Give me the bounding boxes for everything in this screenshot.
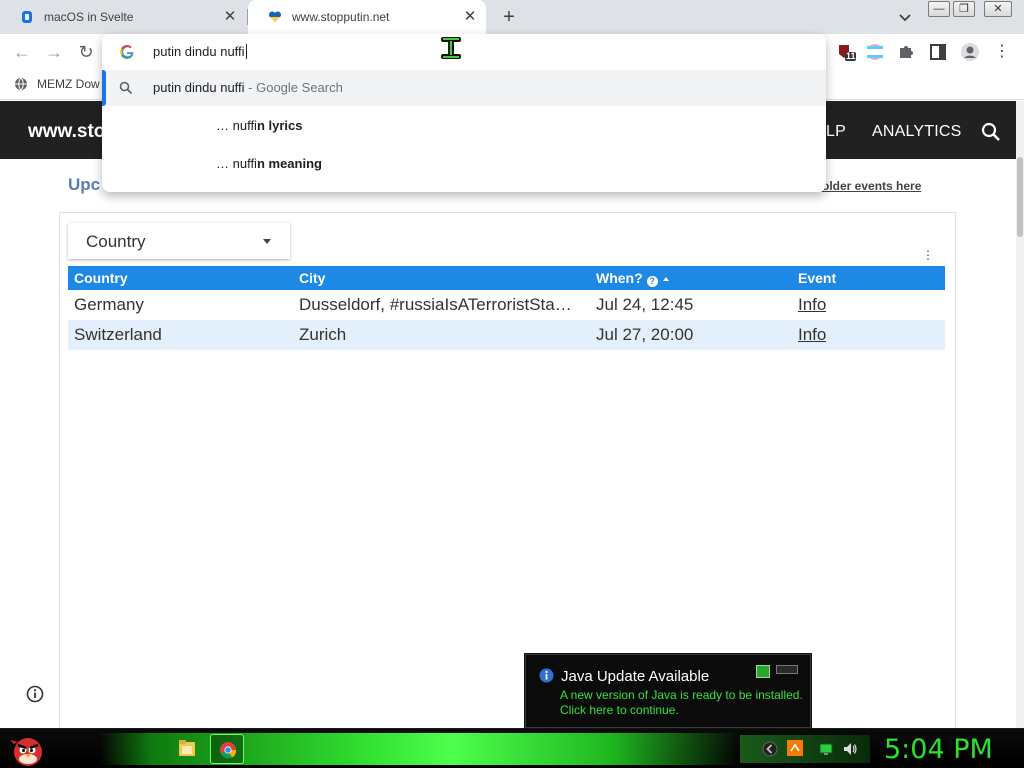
suggestion-google-search[interactable]: putin dindu nuffi - Google Search — [102, 70, 826, 106]
bookmark-memz[interactable]: MEMZ Dow — [14, 77, 100, 91]
extension-badge: 11 — [846, 51, 856, 61]
site-title[interactable]: www.sto — [28, 121, 105, 143]
reload-icon[interactable]: ↻ — [76, 42, 96, 62]
column-header-when[interactable]: When?? — [596, 270, 669, 287]
site-search-icon[interactable] — [980, 121, 1002, 143]
close-window-icon[interactable]: ✕ — [984, 1, 1012, 17]
tab-macos-in-svelte[interactable]: macOS in Svelte ✕ — [0, 0, 246, 34]
table-header: Country City When?? Event — [68, 266, 945, 290]
suggestion-prefix: … nuffi — [216, 118, 257, 133]
java-popup-title: Java Update Available — [561, 668, 710, 685]
column-header-country[interactable]: Country — [74, 270, 128, 286]
java-popup-line1: A new version of Java is ready to be ins… — [560, 688, 803, 702]
cell-event-info-link[interactable]: Info — [798, 325, 826, 345]
cell-city: Dusseldorf, #russiaIsATerroristSta… — [299, 295, 572, 314]
tray-volume-icon[interactable] — [842, 741, 858, 757]
table-row: Switzerland Zurich Jul 27, 20:00 Info — [68, 320, 945, 350]
back-arrow-icon[interactable]: ← — [12, 42, 32, 62]
cell-when: Jul 24, 12:45 — [596, 295, 694, 314]
table-menu-icon[interactable]: ⋮ — [922, 248, 934, 262]
tab-strip: macOS in Svelte ✕ www.stopputin.net ✕ + … — [0, 0, 1024, 34]
sort-ascending-icon[interactable] — [662, 277, 669, 281]
omnibox-typed-text: putin dindu nuffi — [153, 44, 245, 59]
nav-link-analytics[interactable]: ANALYTICS — [872, 123, 962, 141]
java-update-notification[interactable]: Java Update Available A new version of J… — [525, 654, 811, 728]
column-header-event[interactable]: Event — [798, 270, 836, 286]
column-header-when-label: When? — [596, 270, 643, 286]
search-icon — [119, 81, 133, 95]
extension-shield-icon[interactable]: 11 — [836, 42, 856, 62]
page-scrollbar[interactable] — [1016, 101, 1024, 729]
close-tab-icon[interactable]: ✕ — [222, 9, 238, 25]
omnibox-dropdown: putin dindu nuffi putin dindu nuffi - Go… — [102, 34, 826, 192]
suggestion-completion: n meaning — [256, 156, 322, 171]
cell-when: Jul 27, 20:00 — [596, 325, 694, 344]
start-button-angry-bird-icon[interactable] — [8, 730, 48, 768]
selection-indicator — [102, 70, 106, 106]
country-filter-dropdown[interactable]: Country — [68, 223, 290, 259]
chrome-menu-icon[interactable]: ⋮ — [992, 42, 1012, 62]
globe-icon — [15, 77, 27, 91]
taskbar: 5:04 PM — [0, 728, 1024, 768]
java-popup-close-button[interactable] — [776, 665, 798, 674]
dropdown-arrow-icon — [263, 239, 271, 244]
tray-java-icon[interactable] — [786, 739, 804, 757]
suggestion-text: putin dindu nuffi — [153, 80, 245, 95]
cell-city: Zurich — [299, 325, 347, 344]
info-icon — [539, 668, 554, 683]
scrollbar-thumb[interactable] — [1017, 157, 1023, 237]
cell-country: Germany — [74, 295, 144, 314]
text-cursor-icon — [441, 37, 461, 59]
minimize-window-icon[interactable]: — — [928, 1, 950, 17]
cell-country: Switzerland — [74, 325, 162, 344]
text-caret — [245, 44, 247, 59]
java-popup-line2: Click here to continue. — [560, 703, 679, 717]
table-row: Germany Dusseldorf, #russiaIsATerroristS… — [68, 290, 945, 320]
older-events-link[interactable]: older events here — [822, 179, 921, 193]
tab-stopputin[interactable]: www.stopputin.net ✕ — [248, 0, 486, 34]
new-tab-button[interactable]: + — [498, 6, 520, 28]
column-header-city[interactable]: City — [299, 270, 325, 286]
side-panel-icon[interactable] — [928, 42, 948, 62]
info-icon[interactable] — [26, 685, 44, 703]
bookmark-label: MEMZ Dow — [37, 77, 100, 91]
suggestion-meaning[interactable]: … nuffin meaning — [102, 146, 826, 182]
suggestion-suffix: - Google Search — [244, 80, 343, 95]
upcoming-heading: Upc — [68, 175, 101, 194]
forward-arrow-icon[interactable]: → — [44, 42, 64, 62]
extensions-puzzle-icon[interactable] — [896, 42, 916, 62]
taskbar-clock[interactable]: 5:04 PM — [884, 734, 993, 765]
taskbar-explorer-folder-icon[interactable] — [170, 734, 204, 764]
restore-window-icon[interactable]: ❐ — [953, 1, 975, 17]
tab-search-chevron-icon[interactable] — [896, 8, 914, 26]
help-icon[interactable]: ? — [646, 276, 658, 287]
tray-arrow-icon[interactable] — [762, 741, 778, 757]
suggestion-completion: n lyrics — [256, 118, 303, 133]
ukraine-heart-favicon-icon — [268, 10, 282, 24]
suggestion-lyrics[interactable]: … nuffin lyrics — [102, 108, 826, 144]
google-g-icon — [118, 43, 136, 61]
nav-link-help[interactable]: LP — [826, 123, 846, 141]
tray-network-icon[interactable] — [818, 741, 834, 757]
close-tab-icon[interactable]: ✕ — [462, 9, 478, 25]
profile-avatar-icon[interactable] — [960, 42, 980, 62]
tab-title: www.stopputin.net — [292, 10, 390, 24]
suggestion-prefix: … nuffi — [216, 156, 257, 171]
taskbar-chrome-icon[interactable] — [210, 734, 244, 764]
java-popup-message[interactable]: A new version of Java is ready to be ins… — [560, 688, 808, 718]
svelte-favicon-icon — [20, 10, 34, 24]
cell-event-info-link[interactable]: Info — [798, 295, 826, 315]
java-popup-pin-icon[interactable] — [756, 665, 770, 678]
tab-title: macOS in Svelte — [44, 10, 134, 24]
address-bar-input[interactable]: putin dindu nuffi — [102, 34, 826, 70]
country-filter-label: Country — [86, 232, 146, 251]
extension-flag-icon[interactable] — [865, 42, 885, 62]
